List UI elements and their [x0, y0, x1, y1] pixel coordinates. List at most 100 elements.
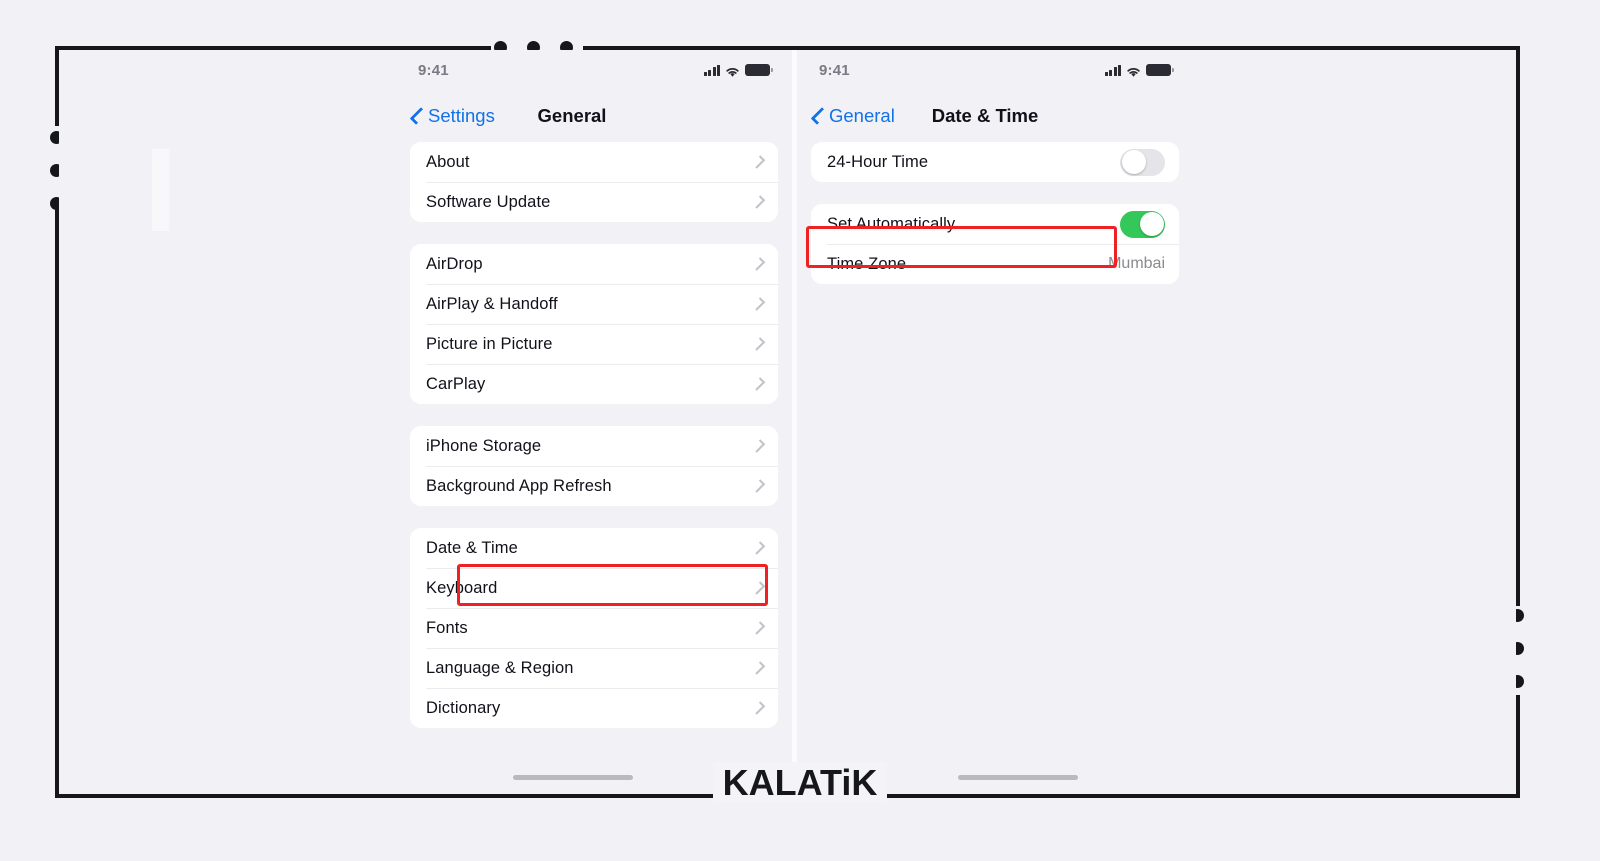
- list-item-accessory: [751, 257, 766, 271]
- settings-group-1: About Software Update: [410, 142, 778, 222]
- list-item-accessory: [751, 479, 766, 493]
- battery-icon: [745, 64, 773, 76]
- brand-watermark-text: KALATiK: [712, 762, 888, 803]
- list-item-accessory: [751, 377, 766, 391]
- background-ghost-mark: I: [144, 123, 180, 257]
- list-item-iphone-storage[interactable]: iPhone Storage: [410, 426, 778, 466]
- wifi-icon: [725, 65, 740, 77]
- list-item-dictionary[interactable]: Dictionary: [410, 688, 778, 728]
- settings-list-date-time: 24-Hour Time Set Automatically Time Zone…: [797, 142, 1193, 284]
- chevron-left-icon: [810, 107, 829, 125]
- status-bar-right: 9:41: [797, 50, 1193, 90]
- frame-border-right-upper: [1516, 46, 1520, 606]
- status-bar-icons: [703, 64, 773, 77]
- chevron-right-icon: [751, 337, 766, 351]
- chevron-right-icon: [751, 439, 766, 453]
- list-item-label: About: [426, 152, 470, 171]
- toggle-knob: [1139, 212, 1164, 236]
- date-time-group-1: 24-Hour Time: [811, 142, 1179, 182]
- list-item-label: Set Automatically: [827, 214, 956, 233]
- back-button-label: General: [829, 105, 895, 126]
- back-button-settings[interactable]: Settings: [409, 105, 495, 127]
- chevron-right-icon: [751, 479, 766, 493]
- list-item-label: Time Zone: [827, 254, 907, 273]
- chevron-right-icon: [751, 581, 766, 595]
- nav-bar-right: General Date & Time: [797, 90, 1193, 142]
- list-item-about[interactable]: About: [410, 142, 778, 182]
- back-button-general[interactable]: General: [810, 105, 895, 127]
- phone-screens-container: I K 9:41: [59, 50, 1516, 794]
- page-title-general: General: [537, 105, 607, 126]
- list-item-accessory: [751, 337, 766, 351]
- nav-bar-left: Settings General: [396, 90, 792, 142]
- list-item-keyboard[interactable]: Keyboard: [410, 568, 778, 608]
- cellular-signal-icon: [1104, 64, 1121, 76]
- list-item-label: Fonts: [426, 618, 468, 637]
- list-item-accessory: [751, 541, 766, 555]
- list-item-date-and-time[interactable]: Date & Time: [410, 528, 778, 568]
- phone-screen-date-time: 9:41 General Date & Time 24-Hour Time Se…: [797, 50, 1193, 794]
- list-item-label: Language & Region: [426, 658, 574, 677]
- settings-group-2: AirDrop AirPlay & Handoff Picture in Pic…: [410, 244, 778, 404]
- page-title-date-time: Date & Time: [931, 105, 1039, 126]
- list-item-accessory: [751, 581, 766, 595]
- status-bar-time: 9:41: [819, 61, 850, 79]
- list-item-airdrop[interactable]: AirDrop: [410, 244, 778, 284]
- list-item-carplay[interactable]: CarPlay: [410, 364, 778, 404]
- chevron-right-icon: [751, 155, 766, 169]
- toggle-24-hour-time[interactable]: [1120, 148, 1165, 176]
- list-item-label: 24-Hour Time: [827, 152, 929, 171]
- chevron-right-icon: [751, 661, 766, 675]
- list-item-24-hour-time[interactable]: 24-Hour Time: [811, 142, 1179, 182]
- list-item-software-update[interactable]: Software Update: [410, 182, 778, 222]
- list-item-label: Background App Refresh: [426, 476, 612, 495]
- list-item-background-app-refresh[interactable]: Background App Refresh: [410, 466, 778, 506]
- list-item-accessory: [751, 155, 766, 169]
- list-item-label: Software Update: [426, 192, 551, 211]
- cellular-signal-icon: [703, 64, 720, 76]
- back-button-label: Settings: [428, 105, 495, 126]
- list-item-label: Keyboard: [426, 578, 498, 597]
- list-item-accessory: [751, 297, 766, 311]
- list-item-accessory: Mumbai: [1108, 255, 1165, 273]
- list-item-language-and-region[interactable]: Language & Region: [410, 648, 778, 688]
- list-item-accessory: [751, 661, 766, 675]
- chevron-right-icon: [751, 621, 766, 635]
- status-bar-left: 9:41: [396, 50, 792, 90]
- list-item-label: Date & Time: [426, 538, 518, 557]
- list-item-time-zone[interactable]: Time Zone Mumbai: [811, 244, 1179, 284]
- list-item-label: iPhone Storage: [426, 436, 542, 455]
- date-time-group-2: Set Automatically Time Zone Mumbai: [811, 204, 1179, 284]
- toggle-set-automatically[interactable]: [1120, 210, 1165, 238]
- chevron-right-icon: [751, 541, 766, 555]
- list-item-accessory: [751, 439, 766, 453]
- list-item-label: Picture in Picture: [426, 334, 553, 353]
- list-item-accessory: [751, 195, 766, 209]
- wifi-icon: [1126, 65, 1141, 77]
- screenshot-root: I K 9:41: [0, 0, 1600, 861]
- phone-screen-general: 9:41 Settings General About Software Upd…: [396, 50, 792, 794]
- brand-watermark: KALATiK: [0, 762, 1600, 804]
- list-item-label: CarPlay: [426, 374, 486, 393]
- status-bar-icons: [1104, 64, 1174, 77]
- chevron-right-icon: [751, 195, 766, 209]
- chevron-right-icon: [751, 377, 766, 391]
- list-item-fonts[interactable]: Fonts: [410, 608, 778, 648]
- status-bar-time: 9:41: [418, 61, 449, 79]
- chevron-right-icon: [751, 701, 766, 715]
- list-item-picture-in-picture[interactable]: Picture in Picture: [410, 324, 778, 364]
- battery-icon: [1146, 64, 1174, 76]
- chevron-right-icon: [751, 297, 766, 311]
- list-item-set-automatically[interactable]: Set Automatically: [811, 204, 1179, 244]
- chevron-left-icon: [409, 107, 428, 125]
- list-item-label: AirPlay & Handoff: [426, 294, 558, 313]
- settings-group-4: Date & Time Keyboard Fonts Language & Re…: [410, 528, 778, 728]
- list-item-label: Dictionary: [426, 698, 501, 717]
- toggle-knob: [1121, 150, 1146, 174]
- chevron-right-icon: [751, 257, 766, 271]
- list-item-accessory: [751, 621, 766, 635]
- list-item-airplay-handoff[interactable]: AirPlay & Handoff: [410, 284, 778, 324]
- list-item-label: AirDrop: [426, 254, 483, 273]
- settings-list-general: About Software Update AirDrop AirPlay & …: [396, 142, 792, 728]
- settings-group-3: iPhone Storage Background App Refresh: [410, 426, 778, 506]
